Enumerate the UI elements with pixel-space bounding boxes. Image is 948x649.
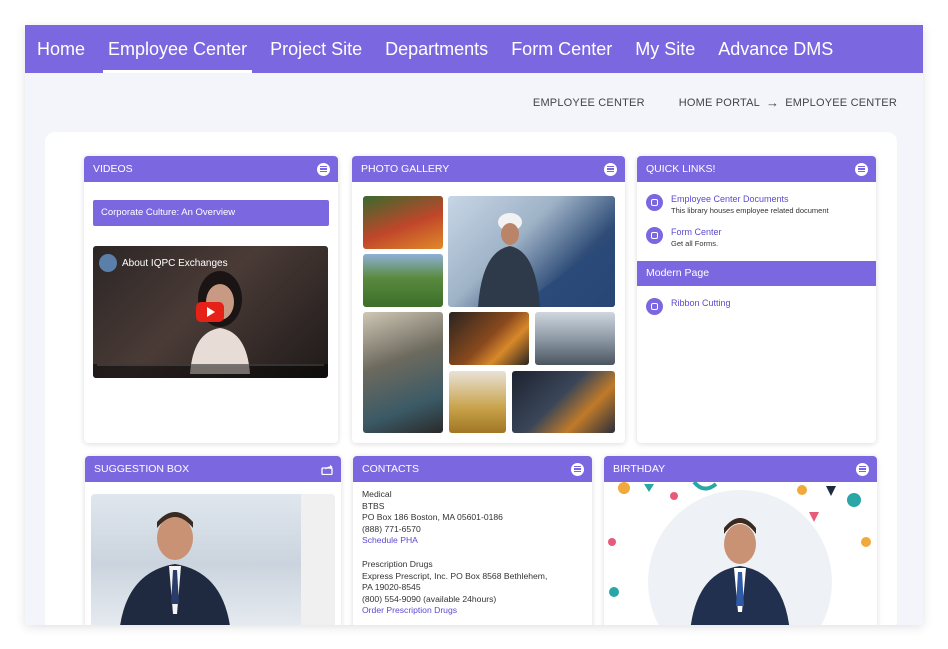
quick-links-header: QUICK LINKS!: [637, 156, 876, 182]
form-icon: [646, 227, 663, 244]
birthday-image: [604, 482, 877, 625]
order-prescription-link[interactable]: Order Prescription Drugs: [362, 605, 583, 617]
document-icon: [646, 194, 663, 211]
solar-worker-image: [478, 213, 615, 307]
channel-avatar: [99, 254, 117, 272]
top-navigation: Home Employee Center Project Site Depart…: [25, 25, 923, 73]
nav-departments[interactable]: Departments: [385, 25, 488, 73]
quick-link-desc: This library houses employee related doc…: [671, 206, 829, 215]
nav-project-site[interactable]: Project Site: [270, 25, 362, 73]
contacts-header: CONTACTS: [353, 456, 592, 482]
quick-link-item[interactable]: Form Center Get all Forms.: [637, 227, 876, 248]
gallery-photo-featured[interactable]: [448, 196, 615, 307]
quick-link-title[interactable]: Ribbon Cutting: [671, 298, 731, 308]
contact-line: BTBS: [362, 500, 385, 511]
videos-header: VIDEOS: [84, 156, 338, 182]
play-icon[interactable]: [196, 302, 224, 322]
contacts-card: CONTACTS Medical BTBS PO Box 186 Boston,…: [353, 456, 592, 625]
breadcrumb: EMPLOYEE CENTER HOME PORTAL → EMPLOYEE C…: [533, 95, 897, 110]
quick-link-item[interactable]: Employee Center Documents This library h…: [637, 194, 876, 215]
portal-frame: Home Employee Center Project Site Depart…: [25, 25, 923, 625]
quick-links-card: QUICK LINKS! Employee Center Documents T…: [637, 156, 876, 443]
video-label[interactable]: Corporate Culture: An Overview: [93, 200, 329, 226]
nav-advance-dms[interactable]: Advance DMS: [718, 25, 833, 73]
suggestion-title: SUGGESTION BOX: [94, 463, 190, 475]
share-icon[interactable]: [321, 464, 333, 475]
gallery-photo[interactable]: [363, 254, 443, 307]
gallery-header: PHOTO GALLERY: [352, 156, 625, 182]
nav-home[interactable]: Home: [37, 25, 85, 73]
page-title: EMPLOYEE CENTER: [532, 96, 645, 109]
quick-links-title: QUICK LINKS!: [646, 163, 716, 175]
quick-link-item[interactable]: Ribbon Cutting: [637, 298, 876, 315]
suggestion-header: SUGGESTION BOX: [85, 456, 341, 482]
contact-line: (800) 554-9090 (available 24hours): [362, 593, 497, 604]
schedule-pha-link[interactable]: Schedule PHA: [362, 535, 583, 547]
contact-line: Medical: [362, 489, 392, 499]
contact-line: Prescription Drugs: [362, 558, 433, 569]
nav-employee-center[interactable]: Employee Center: [103, 25, 253, 73]
nav-form-center[interactable]: Form Center: [511, 25, 612, 73]
suggestion-image: [91, 494, 335, 625]
gallery-photo[interactable]: [363, 312, 443, 433]
video-title: About IQPC Exchanges: [99, 254, 228, 272]
quick-link-title[interactable]: Employee Center Documents: [671, 194, 829, 204]
breadcrumb-current: EMPLOYEE CENTER: [785, 96, 897, 109]
videos-card: VIDEOS Corporate Culture: An Overview Ab…: [84, 156, 338, 443]
contact-line: (888) 771-6570: [362, 523, 421, 534]
gallery-photo[interactable]: [449, 312, 529, 365]
videos-title: VIDEOS: [93, 163, 133, 175]
menu-icon[interactable]: [317, 162, 330, 176]
contact-line: PA 19020-8545: [362, 582, 421, 593]
contacts-body: Medical BTBS PO Box 186 Boston, MA 05601…: [353, 482, 592, 624]
menu-icon[interactable]: [856, 462, 869, 476]
nav-my-site[interactable]: My Site: [635, 25, 695, 73]
quick-link-title[interactable]: Form Center: [671, 227, 722, 237]
menu-icon[interactable]: [571, 462, 584, 476]
video-player[interactable]: About IQPC Exchanges: [93, 246, 328, 378]
gallery-photo[interactable]: [449, 371, 506, 433]
suggestion-box-card: SUGGESTION BOX: [85, 456, 341, 625]
birthday-title: BIRTHDAY: [613, 463, 666, 475]
gallery-title: PHOTO GALLERY: [361, 163, 450, 175]
contact-line: PO Box 186 Boston, MA 05601-0186: [362, 512, 503, 523]
breadcrumb-home-portal[interactable]: HOME PORTAL: [679, 97, 760, 109]
quick-link-desc: Get all Forms.: [671, 239, 719, 248]
contact-line: Express Prescript, Inc. PO Box 8568 Beth…: [362, 570, 548, 581]
content-panel: VIDEOS Corporate Culture: An Overview Ab…: [45, 132, 897, 625]
gallery-photo[interactable]: [363, 196, 443, 249]
gallery-photo[interactable]: [535, 312, 615, 365]
scissors-icon: [646, 298, 663, 315]
photo-gallery-card: PHOTO GALLERY: [352, 156, 625, 443]
video-controls[interactable]: [93, 364, 328, 378]
menu-icon[interactable]: [855, 162, 868, 176]
menu-icon[interactable]: [604, 162, 617, 176]
birthday-card: BIRTHDAY: [604, 456, 877, 625]
gallery-photo[interactable]: [512, 371, 615, 433]
modern-page-header: Modern Page: [637, 261, 876, 286]
birthday-header: BIRTHDAY: [604, 456, 877, 482]
photo-grid: [363, 196, 615, 433]
contacts-title: CONTACTS: [362, 463, 419, 475]
arrow-right-icon: →: [765, 95, 780, 110]
